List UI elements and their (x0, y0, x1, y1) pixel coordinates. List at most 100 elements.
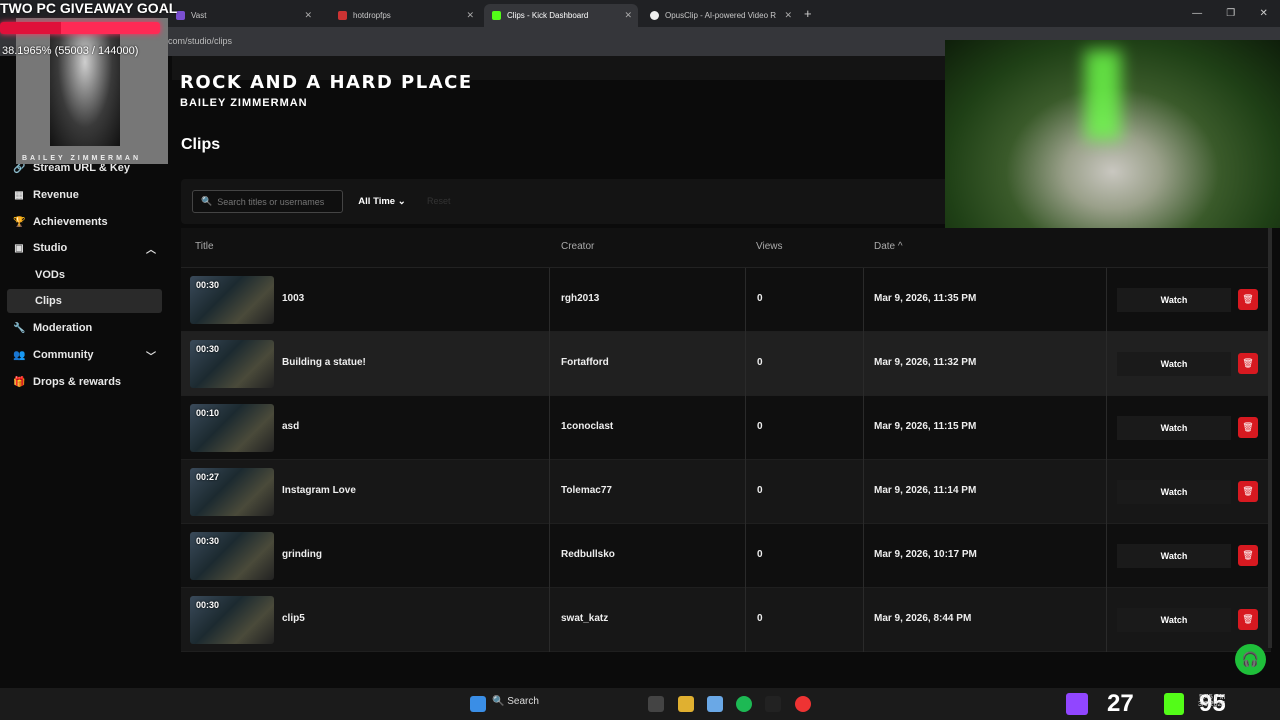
clip-creator[interactable]: rgh2013 (561, 293, 599, 304)
task-view-icon[interactable] (648, 696, 664, 712)
delete-clip-button[interactable]: 🗑 (1238, 289, 1258, 310)
search-input[interactable] (217, 196, 342, 207)
clip-date: Mar 9, 2026, 10:17 PM (874, 549, 977, 560)
clip-title[interactable]: Instagram Love (282, 485, 356, 496)
wrench-icon: 🔧 (13, 322, 26, 334)
clip-title[interactable]: grinding (282, 549, 322, 560)
close-tab-icon[interactable]: ✕ (784, 10, 792, 21)
clip-title[interactable]: clip5 (282, 613, 305, 624)
delete-clip-button[interactable]: 🗑 (1238, 545, 1258, 566)
album-art: BAILEY ZIMMERMAN (16, 18, 168, 164)
table-row[interactable]: 00:30 grinding Redbullsko 0 Mar 9, 2026, 10:… (181, 524, 1271, 588)
kick-favicon-icon (492, 11, 501, 20)
column-divider (1106, 460, 1107, 524)
close-tab-icon[interactable]: ✕ (466, 10, 474, 21)
clip-thumbnail[interactable]: 00:10 (190, 404, 274, 452)
clip-creator[interactable]: 1conoclast (561, 421, 613, 432)
sidebar-item-community[interactable]: 👥 Community ﹀ (7, 343, 162, 367)
table-row[interactable]: 00:27 Instagram Love Tolemac77 0 Mar 9, 2026… (181, 460, 1271, 524)
notepad-icon[interactable] (707, 696, 723, 712)
sidebar-item-revenue[interactable]: ▦ Revenue (7, 183, 162, 207)
clip-thumbnail[interactable]: 00:27 (190, 468, 274, 516)
column-divider (745, 396, 746, 460)
chevron-down-icon[interactable]: ﹀ (146, 348, 156, 363)
clip-views: 0 (757, 549, 763, 560)
chevron-up-icon[interactable]: ︿ (146, 241, 156, 256)
close-tab-icon[interactable]: ✕ (304, 10, 312, 21)
watch-button[interactable]: Watch (1117, 480, 1231, 504)
clip-date: Mar 9, 2026, 8:44 PM (874, 613, 972, 624)
close-window-icon[interactable]: ✕ (1259, 8, 1267, 19)
clip-duration: 00:30 (196, 600, 220, 610)
clip-title[interactable]: 1003 (282, 293, 304, 304)
trash-icon: 🗑 (1242, 614, 1254, 624)
tab-vast[interactable]: Vast ✕ (168, 4, 318, 27)
sidebar-item-studio[interactable]: ▣ Studio ︿ (7, 236, 162, 260)
clip-thumbnail[interactable]: 00:30 (190, 596, 274, 644)
reset-button[interactable]: Reset (427, 196, 451, 206)
url-text[interactable]: com/studio/clips (168, 36, 232, 46)
delete-clip-button[interactable]: 🗑 (1238, 417, 1258, 438)
column-divider (863, 396, 864, 460)
watch-button[interactable]: Watch (1117, 544, 1231, 568)
album-portrait (50, 26, 120, 146)
clip-creator[interactable]: Redbullsko (561, 549, 615, 560)
clip-creator[interactable]: Fortafford (561, 357, 609, 368)
column-divider (745, 588, 746, 652)
hotdrop-favicon-icon (338, 11, 347, 20)
trophy-icon: 🏆 (13, 216, 26, 228)
windows-start-icon[interactable] (470, 696, 486, 712)
table-row[interactable]: 00:30 1003 rgh2013 0 Mar 9, 2026, 11:35 PM Wa… (181, 268, 1271, 332)
clip-thumbnail[interactable]: 00:30 (190, 532, 274, 580)
table-row[interactable]: 00:10 asd 1conoclast 0 Mar 9, 2026, 11:15 PM… (181, 396, 1271, 460)
restore-icon[interactable]: ❐ (1226, 8, 1235, 19)
help-chat-icon[interactable]: 🎧 (1235, 644, 1266, 675)
clip-title[interactable]: Building a statue! (282, 357, 366, 368)
tab-hotdropfps[interactable]: hotdropfps ✕ (330, 4, 480, 27)
column-creator[interactable]: Creator (561, 241, 594, 252)
hud-icon[interactable] (765, 696, 781, 712)
new-tab-button[interactable]: + (804, 6, 812, 21)
sidebar-item-moderation[interactable]: 🔧 Moderation (7, 316, 162, 340)
sidebar-item-achievements[interactable]: 🏆 Achievements (7, 210, 162, 234)
sidebar-item-vods[interactable]: VODs (7, 263, 162, 287)
watch-button[interactable]: Watch (1117, 416, 1231, 440)
delete-clip-button[interactable]: 🗑 (1238, 609, 1258, 630)
clip-creator[interactable]: swat_katz (561, 613, 608, 624)
column-divider (863, 524, 864, 588)
column-divider (549, 396, 550, 460)
minimize-icon[interactable]: — (1192, 8, 1202, 19)
tab-clips-kick-dashboard[interactable]: Clips - Kick Dashboard ✕ (484, 4, 638, 27)
watch-button[interactable]: Watch (1117, 608, 1231, 632)
sidebar-item-clips[interactable]: Clips (7, 289, 162, 313)
scrollbar[interactable] (1268, 228, 1272, 648)
column-title[interactable]: Title (195, 241, 214, 252)
watch-button[interactable]: Watch (1117, 352, 1231, 376)
tab-opusclip[interactable]: OpusClip - AI-powered Video R ✕ (642, 4, 798, 27)
chrome-icon[interactable] (795, 696, 811, 712)
clip-title[interactable]: asd (282, 421, 299, 432)
column-divider (863, 332, 864, 396)
file-explorer-icon[interactable] (678, 696, 694, 712)
clip-views: 0 (757, 613, 763, 624)
clip-thumbnail[interactable]: 00:30 (190, 276, 274, 324)
watch-button[interactable]: Watch (1117, 288, 1231, 312)
link-icon: 🔗 (13, 162, 26, 174)
delete-clip-button[interactable]: 🗑 (1238, 481, 1258, 502)
column-divider (863, 588, 864, 652)
table-row[interactable]: 00:30 clip5 swat_katz 0 Mar 9, 2026, 8:44 PM… (181, 588, 1271, 652)
clip-creator[interactable]: Tolemac77 (561, 485, 612, 496)
close-tab-icon[interactable]: ✕ (624, 10, 632, 21)
time-filter-dropdown[interactable]: All Time ⌄ (351, 190, 413, 213)
clip-thumbnail[interactable]: 00:30 (190, 340, 274, 388)
delete-clip-button[interactable]: 🗑 (1238, 353, 1258, 374)
search-field[interactable]: 🔍 (192, 190, 343, 213)
sidebar-item-drops-rewards[interactable]: 🎁 Drops & rewards (7, 370, 162, 394)
taskbar-search[interactable]: 🔍 Search (492, 696, 539, 707)
column-divider (745, 524, 746, 588)
spotify-icon[interactable] (736, 696, 752, 712)
system-clock[interactable]: 5:45 PM 3/9/2026 (1198, 694, 1225, 708)
table-row[interactable]: 00:30 Building a statue! Fortafford 0 Mar 9,… (181, 332, 1271, 396)
column-views[interactable]: Views (756, 241, 783, 252)
column-date[interactable]: Date ^ (874, 241, 903, 252)
